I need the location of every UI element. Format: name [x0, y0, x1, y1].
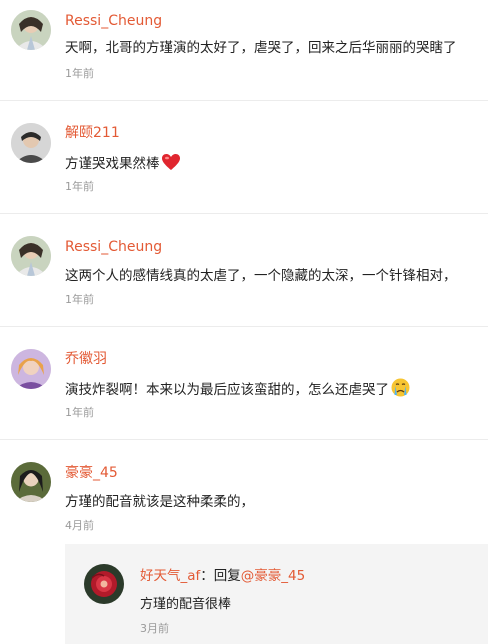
- comment-text: 这两个人的感情线真的太虐了，一个隐藏的太深，一个针锋相对，: [65, 268, 457, 284]
- username[interactable]: 豪豪_45: [65, 464, 118, 482]
- avatar[interactable]: [11, 462, 51, 502]
- comment-text-content: 演技炸裂啊！本来以为最后应该蛮甜的，怎么还虐哭了: [65, 382, 389, 398]
- comment-text-content: 方谨哭戏果然棒: [65, 156, 160, 172]
- avatar[interactable]: [11, 236, 51, 276]
- avatar[interactable]: [11, 349, 51, 389]
- comment-text: 天啊，北哥的方瑾演的太好了，虐哭了，回来之后华丽丽的哭瞎了: [65, 40, 457, 56]
- red-heart-icon: [161, 153, 181, 177]
- comment-text: 方谨哭戏果然棒: [65, 153, 181, 177]
- avatar[interactable]: [11, 123, 51, 163]
- timestamp: 1年前: [65, 293, 94, 306]
- comment-item: Ressi_Cheung 天啊，北哥的方瑾演的太好了，虐哭了，回来之后华丽丽的哭…: [0, 0, 488, 101]
- timestamp: 4月前: [65, 519, 94, 532]
- comment-item: Ressi_Cheung 这两个人的感情线真的太虐了，一个隐藏的太深，一个针锋相…: [0, 214, 488, 327]
- timestamp: 1年前: [65, 406, 94, 419]
- username[interactable]: Ressi_Cheung: [65, 12, 162, 30]
- comment-item: 乔徽羽 演技炸裂啊！本来以为最后应该蛮甜的，怎么还虐哭了 1年前: [0, 327, 488, 440]
- username[interactable]: Ressi_Cheung: [65, 238, 162, 256]
- timestamp: 1年前: [65, 180, 94, 193]
- reply-text: 方瑾的配音很棒: [140, 597, 232, 612]
- timestamp: 1年前: [65, 67, 94, 80]
- comment-item: 解颐211 方谨哭戏果然棒 1年前: [0, 101, 488, 214]
- username[interactable]: 乔徽羽: [65, 350, 107, 368]
- reply-header: 好天气_af：回复@豪豪_45: [140, 567, 305, 585]
- comment-text: 方瑾的配音就该是这种柔柔的，: [65, 494, 254, 510]
- reply-username[interactable]: 好天气_af: [140, 568, 200, 584]
- avatar[interactable]: [11, 10, 51, 50]
- username[interactable]: 解颐211: [65, 124, 120, 142]
- timestamp: 3月前: [140, 622, 169, 635]
- crying-face-icon: [391, 378, 410, 403]
- reply-target-link[interactable]: @豪豪_45: [241, 568, 305, 584]
- comment-text: 演技炸裂啊！本来以为最后应该蛮甜的，怎么还虐哭了: [65, 378, 410, 403]
- comment-list: Ressi_Cheung 天啊，北哥的方瑾演的太好了，虐哭了，回来之后华丽丽的哭…: [0, 0, 488, 644]
- reply-box: 好天气_af：回复@豪豪_45 方瑾的配音很棒 3月前: [65, 544, 488, 644]
- avatar[interactable]: [84, 564, 124, 604]
- reply-prefix: ：回复: [200, 568, 241, 584]
